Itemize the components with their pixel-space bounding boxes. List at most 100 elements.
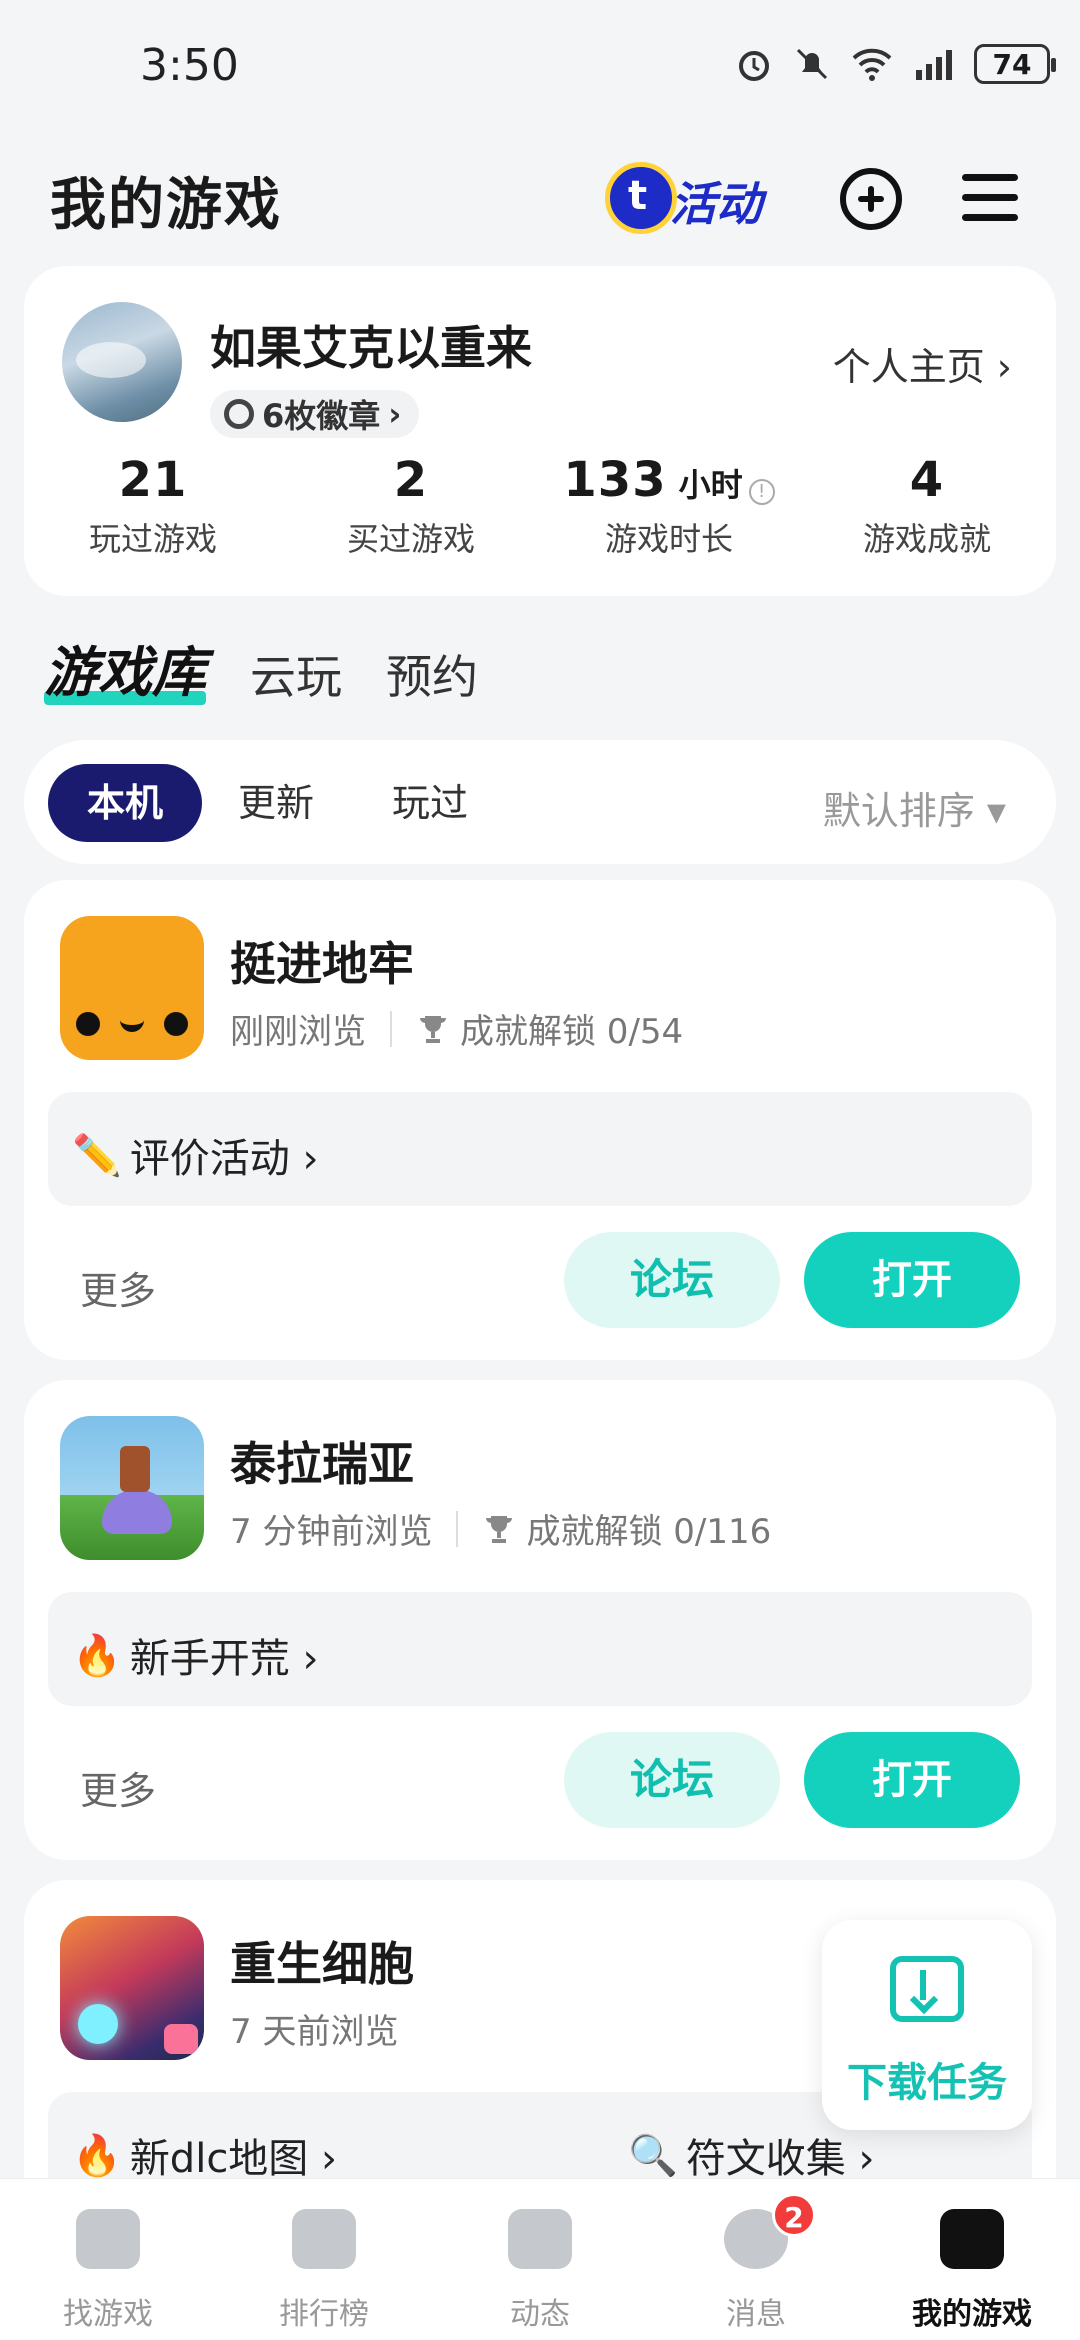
stat-achievements[interactable]: 4 游戏成就	[798, 452, 1056, 560]
nav-find-games[interactable]: 找游戏	[0, 2179, 216, 2340]
more-link[interactable]: 更多	[80, 1260, 156, 1315]
stat-value: 133	[563, 452, 667, 508]
nav-label: 排行榜	[279, 2297, 369, 2332]
profile-card: 如果艾克以重来 6枚徽章 › 个人主页 › 21 玩过游戏 2 买过游戏 133…	[24, 266, 1056, 596]
status-bar: 3:50 74	[0, 0, 1080, 140]
event-item[interactable]: ✏️ 评价活动 ›	[72, 1126, 319, 1184]
rankings-icon	[292, 2209, 356, 2269]
menu-button[interactable]	[962, 170, 1018, 226]
game-card[interactable]: 挺进地牢 刚刚浏览 成就解锁 0/54 ✏️ 评价活动 › 更多 论坛 打开	[24, 880, 1056, 1360]
info-icon[interactable]: !	[748, 478, 775, 505]
activity-logo-icon: t	[605, 162, 677, 234]
stat-bought[interactable]: 2 买过游戏	[282, 452, 540, 560]
filter-updates[interactable]: 更新	[238, 764, 314, 842]
forum-button[interactable]: 论坛	[564, 1232, 780, 1328]
stat-played[interactable]: 21 玩过游戏	[24, 452, 282, 560]
open-button[interactable]: 打开	[804, 1232, 1020, 1328]
event-label: 新手开荒 ›	[129, 1636, 319, 1682]
gamepad-icon	[940, 2209, 1004, 2269]
stat-label: 买过游戏	[346, 520, 475, 558]
divider	[390, 1010, 392, 1047]
event-item[interactable]: 🔥 新手开荒 ›	[72, 1626, 319, 1684]
sort-dropdown[interactable]: 默认排序 ▾	[823, 780, 1006, 835]
filter-played[interactable]: 玩过	[392, 764, 468, 842]
achievement-progress: 成就解锁 0/54	[460, 1012, 684, 1052]
app-header: 我的游戏 t 活动	[0, 140, 1080, 260]
mute-bell-icon	[796, 48, 828, 80]
game-icon[interactable]	[60, 916, 204, 1060]
event-label: 符文收集 ›	[685, 2136, 875, 2182]
fire-icon: 🔥	[72, 2132, 122, 2179]
status-icons: 74	[734, 44, 1056, 84]
open-button[interactable]: 打开	[804, 1732, 1020, 1828]
last-viewed: 7 分钟前浏览	[230, 1512, 433, 1552]
trophy-icon	[420, 1015, 446, 1043]
magnifier-icon: 🔍	[628, 2132, 678, 2179]
game-icon[interactable]	[60, 1916, 204, 2060]
game-title[interactable]: 重生细胞	[230, 1928, 414, 1994]
medal-icon	[224, 399, 254, 429]
find-games-icon	[76, 2209, 140, 2269]
game-title[interactable]: 泰拉瑞亚	[230, 1428, 414, 1494]
tab-cloud[interactable]: 云玩	[250, 641, 342, 707]
profile-home-link[interactable]: 个人主页 ›	[833, 336, 1012, 391]
forum-button[interactable]: 论坛	[564, 1732, 780, 1828]
download-tasks-button[interactable]: 下载任务	[822, 1920, 1032, 2130]
event-item[interactable]: 🔍 符文收集 ›	[628, 2126, 875, 2184]
wifi-icon	[852, 48, 892, 81]
achievement-progress: 成就解锁 0/116	[526, 1512, 772, 1552]
more-link[interactable]: 更多	[80, 1760, 156, 1815]
nav-my-games[interactable]: 我的游戏	[864, 2179, 1080, 2340]
nav-label: 动态	[510, 2297, 570, 2332]
game-card[interactable]: 泰拉瑞亚 7 分钟前浏览 成就解锁 0/116 🔥 新手开荒 › 更多 论坛 打…	[24, 1380, 1056, 1860]
stat-label: 游戏成就	[862, 520, 991, 558]
event-label: 评价活动 ›	[129, 1136, 319, 1182]
avatar[interactable]	[62, 302, 182, 422]
nav-label: 我的游戏	[912, 2297, 1032, 2332]
nav-feed[interactable]: 动态	[432, 2179, 648, 2340]
signal-icon	[916, 50, 952, 80]
game-meta: 7 分钟前浏览 成就解锁 0/116	[230, 1504, 771, 1553]
stat-value: 2	[393, 452, 429, 508]
activity-button[interactable]: t 活动	[600, 150, 790, 246]
game-icon[interactable]	[60, 1416, 204, 1560]
unread-badge: 2	[772, 2193, 816, 2237]
username: 如果艾克以重来	[210, 321, 532, 375]
event-item[interactable]: 🔥 新dlc地图 ›	[72, 2126, 337, 2184]
profile-stats: 21 玩过游戏 2 买过游戏 133 小时! 游戏时长 4 游戏成就	[24, 452, 1056, 560]
badges-pill[interactable]: 6枚徽章 ›	[210, 390, 420, 438]
game-meta: 7 天前浏览	[230, 2004, 398, 2053]
stat-unit: 小时	[678, 466, 743, 504]
badges-label: 6枚徽章	[262, 397, 381, 435]
battery-indicator: 74	[974, 44, 1056, 84]
event-row: 🔥 新手开荒 ›	[48, 1592, 1032, 1706]
page-title: 我的游戏	[50, 173, 282, 238]
activity-label: 活动	[670, 177, 762, 231]
nav-label: 找游戏	[63, 2297, 153, 2332]
status-time: 3:50	[140, 40, 239, 91]
stat-playtime[interactable]: 133 小时! 游戏时长	[540, 452, 798, 560]
filter-bar: 本机 更新 玩过 默认排序 ▾	[24, 740, 1056, 864]
feed-icon	[508, 2209, 572, 2269]
library-tabs: 游戏库 云玩 预约	[44, 628, 478, 707]
stat-label: 游戏时长	[604, 520, 733, 558]
event-row: ✏️ 评价活动 ›	[48, 1092, 1032, 1206]
tab-library[interactable]: 游戏库	[44, 628, 206, 707]
tab-reserve[interactable]: 预约	[386, 641, 478, 707]
nav-messages[interactable]: 2 消息	[648, 2179, 864, 2340]
fire-icon: 🔥	[72, 1632, 122, 1679]
last-viewed: 7 天前浏览	[230, 2012, 399, 2052]
stat-label: 玩过游戏	[88, 520, 217, 558]
chevron-right-icon: ›	[388, 395, 402, 433]
nav-rankings[interactable]: 排行榜	[216, 2179, 432, 2340]
filter-local[interactable]: 本机	[48, 764, 202, 842]
bilibili-icon	[164, 2024, 198, 2054]
stat-value: 4	[909, 452, 945, 508]
add-game-button[interactable]	[840, 168, 902, 230]
game-title[interactable]: 挺进地牢	[230, 928, 414, 994]
game-meta: 刚刚浏览 成就解锁 0/54	[230, 1004, 683, 1053]
download-tasks-label: 下载任务	[847, 2060, 1007, 2106]
pencil-icon: ✏️	[72, 1132, 122, 1179]
event-label: 新dlc地图 ›	[129, 2136, 338, 2182]
nav-label: 消息	[726, 2297, 786, 2332]
